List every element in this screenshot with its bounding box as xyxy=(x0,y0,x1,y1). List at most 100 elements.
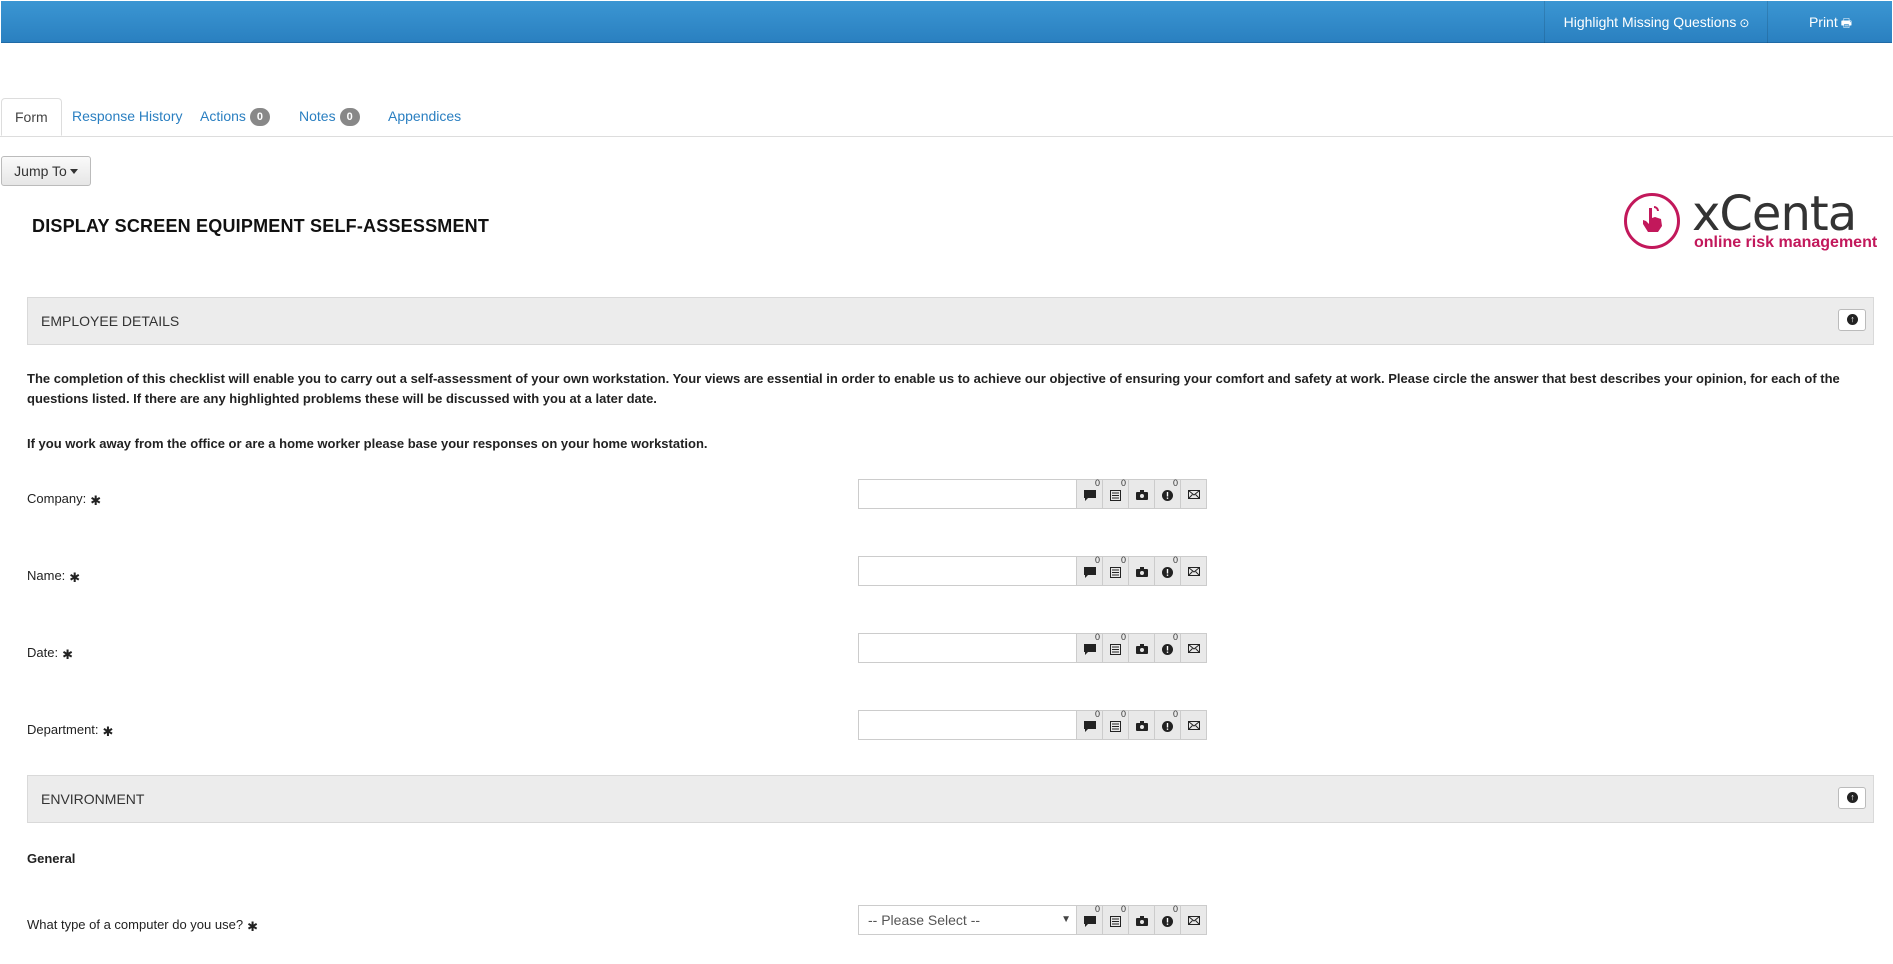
question-tools: 0 0 0 xyxy=(1076,709,1207,740)
comment-button[interactable]: 0 xyxy=(1076,555,1103,586)
section-title: EMPLOYEE DETAILS xyxy=(41,313,180,329)
action-count: 0 xyxy=(1172,555,1178,565)
name-label: Name: xyxy=(27,568,66,583)
computer-type-label: What type of a computer do you use? xyxy=(27,917,244,932)
department-label: Department: xyxy=(27,722,99,737)
required-asterisk-icon: ✱ xyxy=(69,570,81,585)
action-button[interactable]: 0 xyxy=(1154,632,1181,663)
notes-button[interactable]: 0 xyxy=(1102,904,1129,935)
section-employee-details: EMPLOYEE DETAILS ↑ xyxy=(27,297,1874,345)
company-label: Company: xyxy=(27,491,87,506)
camera-icon xyxy=(1136,644,1148,654)
photo-button[interactable] xyxy=(1128,479,1155,509)
check-circle-icon: ⊙ xyxy=(1739,16,1750,30)
logo-tagline: online risk management xyxy=(1694,234,1878,251)
jump-to-label: Jump To xyxy=(14,163,67,179)
envelope-icon xyxy=(1188,644,1200,653)
computer-type-select[interactable]: -- Please Select -- ▼ xyxy=(858,905,1077,935)
intro-paragraph: The completion of this checklist will en… xyxy=(27,371,1840,406)
email-button[interactable] xyxy=(1180,556,1207,586)
tab-response-history[interactable]: Response History xyxy=(72,98,183,135)
computer-type-selected: -- Please Select -- xyxy=(868,912,981,928)
comment-button[interactable]: 0 xyxy=(1076,904,1103,935)
top-navbar: Highlight Missing Questions ⊙ Print 🖶 xyxy=(1,1,1892,43)
tab-notes[interactable]: Notes 0 xyxy=(299,98,360,135)
action-button[interactable]: 0 xyxy=(1154,555,1181,586)
photo-button[interactable] xyxy=(1128,710,1155,740)
comment-button[interactable]: 0 xyxy=(1076,709,1103,740)
question-tools: 0 0 0 xyxy=(1076,904,1207,935)
section-environment: ENVIRONMENT ↑ xyxy=(27,775,1874,823)
notes-button[interactable]: 0 xyxy=(1102,632,1129,663)
notes-count: 0 xyxy=(1120,709,1126,719)
date-field[interactable] xyxy=(858,633,1077,663)
comment-count: 0 xyxy=(1094,709,1100,719)
company-field[interactable] xyxy=(858,479,1077,509)
notes-button[interactable]: 0 xyxy=(1102,478,1129,509)
required-asterisk-icon: ✱ xyxy=(90,493,102,508)
email-button[interactable] xyxy=(1180,633,1207,663)
tab-actions[interactable]: Actions 0 xyxy=(200,98,271,135)
highlight-missing-questions-button[interactable]: Highlight Missing Questions ⊙ xyxy=(1544,1,1768,43)
comment-icon xyxy=(1084,644,1096,655)
comment-button[interactable]: 0 xyxy=(1076,632,1103,663)
email-button[interactable] xyxy=(1180,479,1207,509)
question-label: Name: ✱ xyxy=(27,568,80,586)
notes-icon xyxy=(1110,644,1121,655)
arrow-up-circle-icon: ↑ xyxy=(1847,314,1858,325)
arrow-up-circle-icon: ↑ xyxy=(1847,792,1858,803)
camera-icon xyxy=(1136,916,1148,926)
section-title: ENVIRONMENT xyxy=(41,791,145,807)
notes-button[interactable]: 0 xyxy=(1102,709,1129,740)
alert-circle-icon xyxy=(1162,490,1173,501)
action-count: 0 xyxy=(1172,478,1178,488)
comment-count: 0 xyxy=(1094,478,1100,488)
question-label: Date: ✱ xyxy=(27,645,73,663)
name-field[interactable] xyxy=(858,556,1077,586)
notes-icon xyxy=(1110,721,1121,732)
comment-button[interactable]: 0 xyxy=(1076,478,1103,509)
notes-count: 0 xyxy=(1120,555,1126,565)
question-label: Department: ✱ xyxy=(27,722,113,740)
form-tabs: Form Response History Actions 0 Notes 0 Ap… xyxy=(0,98,1893,137)
actions-count-badge: 0 xyxy=(249,108,271,126)
action-count: 0 xyxy=(1172,904,1178,914)
alert-circle-icon xyxy=(1162,644,1173,655)
tab-form-label: Form xyxy=(15,109,48,125)
collapse-section-button[interactable]: ↑ xyxy=(1838,309,1866,331)
question-tools: 0 0 0 xyxy=(1076,555,1207,586)
comment-icon xyxy=(1084,721,1096,732)
comment-icon xyxy=(1084,490,1096,501)
collapse-section-button[interactable]: ↑ xyxy=(1838,787,1866,809)
photo-button[interactable] xyxy=(1128,633,1155,663)
tab-response-history-label: Response History xyxy=(72,108,183,124)
camera-icon xyxy=(1136,490,1148,500)
tab-appendices[interactable]: Appendices xyxy=(388,98,461,135)
notes-count: 0 xyxy=(1120,632,1126,642)
comment-icon xyxy=(1084,916,1096,927)
alert-circle-icon xyxy=(1162,567,1173,578)
tab-actions-label: Actions xyxy=(200,108,246,124)
dropdown-arrow-icon: ▼ xyxy=(1061,914,1071,925)
photo-button[interactable] xyxy=(1128,556,1155,586)
envelope-icon xyxy=(1188,721,1200,730)
envelope-icon xyxy=(1188,490,1200,499)
printer-icon: 🖶 xyxy=(1840,16,1853,30)
print-button[interactable]: Print 🖶 xyxy=(1767,1,1893,43)
department-field[interactable] xyxy=(858,710,1077,740)
required-asterisk-icon: ✱ xyxy=(247,919,258,934)
comment-count: 0 xyxy=(1094,904,1100,914)
email-button[interactable] xyxy=(1180,905,1207,935)
notes-button[interactable]: 0 xyxy=(1102,555,1129,586)
tab-form[interactable]: Form xyxy=(1,98,62,136)
action-button[interactable]: 0 xyxy=(1154,478,1181,509)
pointing-hand-icon xyxy=(1643,206,1662,232)
jump-to-button[interactable]: Jump To xyxy=(1,156,91,186)
notes-icon xyxy=(1110,567,1121,578)
question-label: Company: ✱ xyxy=(27,491,101,509)
action-button[interactable]: 0 xyxy=(1154,904,1181,935)
question-tools: 0 0 0 xyxy=(1076,478,1207,509)
email-button[interactable] xyxy=(1180,710,1207,740)
photo-button[interactable] xyxy=(1128,905,1155,935)
action-button[interactable]: 0 xyxy=(1154,709,1181,740)
